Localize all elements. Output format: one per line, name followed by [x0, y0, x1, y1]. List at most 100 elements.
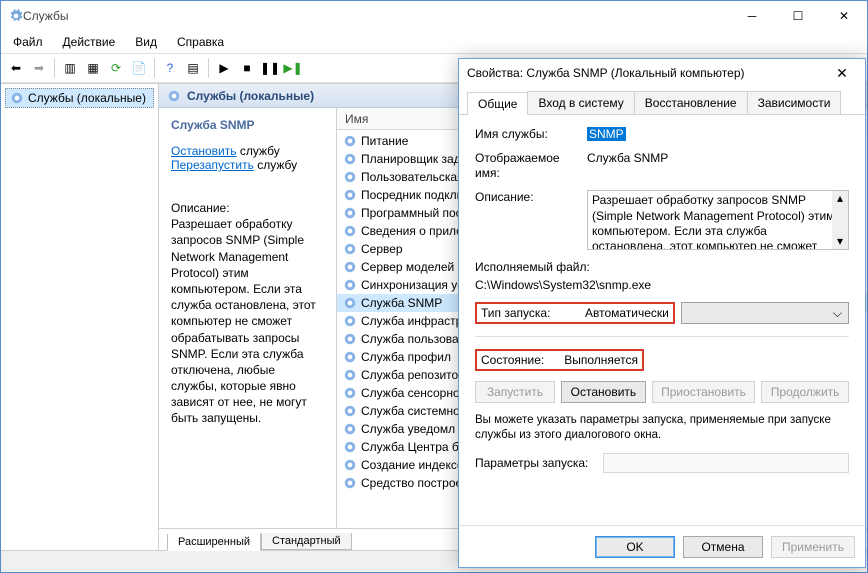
service-icon: [343, 134, 357, 148]
properties-toolbar-button[interactable]: ▦: [82, 57, 104, 79]
service-icon: [343, 332, 357, 346]
service-icon: [343, 476, 357, 490]
restart-service-link[interactable]: Перезапустить: [171, 158, 254, 172]
ok-button[interactable]: OK: [595, 536, 675, 558]
tab-extended[interactable]: Расширенный: [167, 534, 261, 551]
service-item-label: Служба сенсорной: [361, 386, 466, 400]
back-button[interactable]: ⬅: [5, 57, 27, 79]
params-input[interactable]: [603, 453, 849, 473]
close-button[interactable]: ✕: [821, 1, 867, 31]
note-text: Вы можете указать параметры запуска, при…: [475, 413, 849, 443]
service-item-label: Служба профил: [361, 350, 451, 364]
label-status: Состояние:: [481, 353, 544, 367]
pause-button[interactable]: ❚❚: [259, 57, 281, 79]
service-item-label: Пользовательская: [361, 170, 464, 184]
pause-button[interactable]: Приостановить: [652, 381, 755, 403]
stop-service-link[interactable]: Остановить: [171, 144, 237, 158]
panel-header-label: Службы (локальные): [187, 89, 314, 103]
service-icon: [343, 188, 357, 202]
service-item-label: Служба инфрастр: [361, 314, 462, 328]
dialog-title: Свойства: Служба SNMP (Локальный компьют…: [467, 66, 827, 80]
export-button[interactable]: 📄: [128, 57, 150, 79]
stop-button[interactable]: ■: [236, 57, 258, 79]
tab-standard[interactable]: Стандартный: [261, 533, 352, 550]
service-item-label: Средство построен: [361, 476, 469, 490]
tab-general[interactable]: Общие: [467, 92, 528, 115]
service-icon: [343, 170, 357, 184]
service-icon: [343, 314, 357, 328]
dialog-close-button[interactable]: ✕: [827, 65, 857, 82]
forward-button[interactable]: ➡: [28, 57, 50, 79]
tree-root-label: Службы (локальные): [28, 91, 146, 105]
refresh-button[interactable]: ⟳: [105, 57, 127, 79]
restart-button[interactable]: ▶❚: [282, 57, 304, 79]
service-item-label: Служба системно: [361, 404, 460, 418]
properties-dialog: Свойства: Служба SNMP (Локальный компьют…: [458, 58, 866, 568]
service-item-label: Служба Центра б: [361, 440, 459, 454]
service-item-label: Сервер: [361, 242, 403, 256]
action-button[interactable]: ▤: [182, 57, 204, 79]
service-icon: [343, 260, 357, 274]
menu-file[interactable]: Файл: [5, 33, 51, 51]
service-icon: [343, 386, 357, 400]
description-box: Разрешает обработку запросов SNMP (Simpl…: [587, 190, 849, 250]
menu-action[interactable]: Действие: [55, 33, 124, 51]
value-service-name: SNMP: [587, 127, 626, 141]
help-button[interactable]: ?: [159, 57, 181, 79]
detail-pane: Служба SNMP Остановить службу Перезапуст…: [159, 108, 337, 528]
service-icon: [343, 206, 357, 220]
service-item-label: Питание: [361, 134, 408, 148]
dialog-body: Имя службы: SNMP Отображаемое имя: Служб…: [459, 115, 865, 525]
menu-view[interactable]: Вид: [127, 33, 165, 51]
service-item-label: Служба репозитор: [361, 368, 465, 382]
cancel-button[interactable]: Отмена: [683, 536, 763, 558]
service-icon: [343, 404, 357, 418]
app-icon: [9, 9, 23, 23]
service-item-label: Создание индексов: [361, 458, 470, 472]
value-exe-path: C:\Windows\System32\snmp.exe: [475, 278, 849, 292]
stop-button[interactable]: Остановить: [561, 381, 646, 403]
value-status: Выполняется: [564, 353, 638, 367]
label-service-name: Имя службы:: [475, 127, 579, 141]
menubar: Файл Действие Вид Справка: [1, 31, 867, 53]
service-icon: [343, 458, 357, 472]
control-buttons: Запустить Остановить Приостановить Продо…: [475, 381, 849, 403]
chevron-down-icon: ⌵: [833, 306, 842, 321]
description-text: Разрешает обработку запросов SNMP (Simpl…: [171, 216, 324, 426]
label-params: Параметры запуска:: [475, 456, 595, 470]
show-hide-tree-button[interactable]: ▥: [59, 57, 81, 79]
tree-root-item[interactable]: Службы (локальные): [5, 88, 154, 108]
tab-dependencies[interactable]: Зависимости: [747, 91, 842, 114]
startup-type-select[interactable]: ⌵: [681, 302, 849, 324]
tab-recovery[interactable]: Восстановление: [634, 91, 748, 114]
service-icon: [343, 368, 357, 382]
minimize-button[interactable]: ─: [729, 1, 775, 31]
service-icon: [343, 440, 357, 454]
description-scrollbar[interactable]: ▴▾: [832, 191, 848, 249]
stop-service-line: Остановить службу: [171, 144, 324, 158]
tab-logon[interactable]: Вход в систему: [527, 91, 634, 114]
window-title: Службы: [23, 9, 729, 23]
maximize-button[interactable]: ☐: [775, 1, 821, 31]
value-description: Разрешает обработку запросов SNMP (Simpl…: [592, 193, 834, 250]
apply-button[interactable]: Применить: [771, 536, 855, 558]
label-description: Описание:: [475, 190, 579, 204]
value-startup-type: Автоматически: [585, 306, 669, 320]
service-icon: [343, 242, 357, 256]
start-button[interactable]: Запустить: [475, 381, 555, 403]
label-exe-path: Исполняемый файл:: [475, 260, 849, 274]
dialog-footer: OK Отмена Применить: [459, 525, 865, 567]
play-button[interactable]: ▶: [213, 57, 235, 79]
menu-help[interactable]: Справка: [169, 33, 232, 51]
restart-service-line: Перезапустить службу: [171, 158, 324, 172]
service-item-label: Сервер моделей: [361, 260, 454, 274]
value-display-name: Служба SNMP: [587, 151, 849, 165]
dialog-titlebar: Свойства: Служба SNMP (Локальный компьют…: [459, 59, 865, 87]
service-item-label: Служба уведомл: [361, 422, 455, 436]
selected-service-name: Служба SNMP: [171, 118, 324, 132]
service-icon: [343, 350, 357, 364]
tree-pane: Службы (локальные): [1, 84, 159, 550]
service-icon: [343, 422, 357, 436]
resume-button[interactable]: Продолжить: [761, 381, 849, 403]
service-icon: [343, 296, 357, 310]
